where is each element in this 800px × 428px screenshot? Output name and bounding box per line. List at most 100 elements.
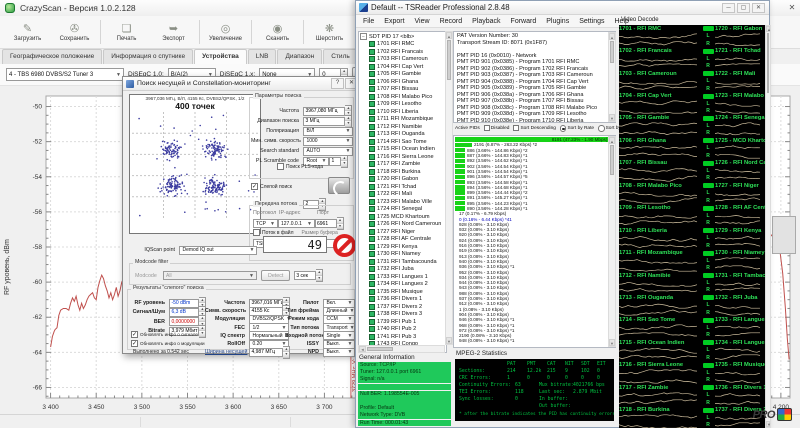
blind-search-checkbox[interactable]: ✓ [251,183,258,190]
toolbar-button-save[interactable]: ✇Сохранить [51,17,98,47]
tree-item[interactable]: 1727 RFI Niger [360,228,445,236]
video-decode-row[interactable]: 1710 - RFI Liberia1729 - RFI KenyaLR [619,227,765,249]
tree-item[interactable]: 1708 RFI Malabo Pico [360,93,445,101]
video-decode-scrollbar[interactable]: ▲▼ [765,25,771,428]
video-decode-row[interactable]: 1711 - RFI Mozambique1730 - RFI NiameyLR [619,249,765,271]
video-decode-row[interactable]: 1718 - RFI Burkina1737 - RFI Divers 2LR [619,406,765,428]
tab-географическое-положение[interactable]: Географическое положение [2,49,102,64]
tree-item[interactable]: 1702 RFI Francais [360,48,445,56]
result-value[interactable]: 4,987 МГц [249,348,283,357]
update-info-checkbox[interactable]: ✓ [131,340,138,347]
tree-item[interactable]: 1735 RFI Musique [360,288,445,296]
sort-by-rate-radio[interactable] [560,125,567,132]
protocol-select[interactable]: TCP▼ [253,219,278,228]
param-value[interactable]: 1 [329,157,341,166]
tab-устройства[interactable]: Устройства [194,49,247,64]
tree-item[interactable]: 1707 RFI Bissau [360,86,445,94]
tree-item[interactable]: 1713 RFI Ouganda [360,131,445,139]
tree-item[interactable]: 1722 RFI Mali [360,191,445,199]
disabled-checkbox[interactable] [484,125,490,131]
result-select[interactable]: Выкл.▼ [323,348,355,357]
tab-информация-о-спутнике[interactable]: Информация о спутнике [103,49,193,64]
video-decode-row[interactable]: 1704 - RFI Cap Vert1723 - RFI Malabo Vil… [619,92,765,114]
pids-scrollbar[interactable]: ▲▼ [608,136,616,347]
tree-item[interactable]: 1701 RFI RMC [360,41,445,49]
stop-button[interactable] [333,234,356,257]
toolbar-button-print[interactable]: ❏Печать [103,17,150,47]
tree-item[interactable]: 1738 RFI Divers 3 [360,311,445,319]
tree-horizontal-scrollbar[interactable]: ◄ [358,345,445,353]
toolbar-button-load[interactable]: ✎Загрузить [4,17,51,47]
spinner-arrows[interactable]: ▲▼ [341,155,348,168]
tree-item[interactable]: 1741 RFI Pub 3 [360,333,445,341]
video-decode-row[interactable]: 1708 - RFI Malabo Pico1727 - RFI NigerLR [619,182,765,204]
tree-item[interactable]: 1730 RFI Niamey [360,251,445,259]
tree-item[interactable]: 1728 RFI AF Centrale [360,236,445,244]
video-decode-row[interactable]: 1702 - RFI Francais1721 - RFI TchadLR [619,47,765,69]
tree-item[interactable]: 1710 RFI Liberia [360,108,445,116]
spinner-arrows[interactable]: ▲▼ [337,217,344,230]
toolbar-button-export[interactable]: ➥Экспорт [150,17,197,47]
toolbar-button-sweep[interactable]: ❋Шерстить [306,17,353,47]
tab-lnb[interactable]: LNB [248,49,277,64]
tree-item[interactable]: 1703 RFI Cameroun [360,56,445,64]
pid-row[interactable]: 948 (0.08% - 3.10 Kbps) *1 [455,338,615,343]
crazyscan-close-button[interactable]: ✕ [786,2,798,14]
tree-item[interactable]: 1740 RFI Pub 2 [360,326,445,334]
update-info-checkbox[interactable]: ✓ [131,331,138,338]
tree-item[interactable]: 1712 RFI Namibie [360,123,445,131]
video-decode-row[interactable]: 1705 - RFI Gambie1724 - RFI SenegalLR [619,115,765,137]
video-decode-row[interactable]: 1715 - RFI Ocean Indien1734 - RFI Langue… [619,339,765,361]
tree-item[interactable]: 1718 RFI Burkina [360,168,445,176]
video-decode-row[interactable]: 1713 - RFI Ouganda1732 - RFI JubaLR [619,294,765,316]
collapse-icon[interactable]: − [360,33,367,40]
video-decode-row[interactable]: 1701 - RFI RMC1720 - RFI GabonLR [619,25,765,47]
stream-to-file-checkbox[interactable] [253,229,260,236]
menu-view[interactable]: View [410,18,435,25]
tree-item[interactable]: 1711 RFI Mozambique [360,116,445,124]
port-value[interactable]: 6961 [315,219,337,228]
video-decode-row[interactable]: 1714 - RFI Sao Tome1733 - RFI Langues 1L… [619,317,765,339]
pls-search-checkbox[interactable] [277,163,284,170]
minimize-button[interactable]: ─ [722,3,735,13]
tree-item[interactable]: 1729 RFI Kenya [360,243,445,251]
tree-item[interactable]: 1716 RFI Sierra Leone [360,153,445,161]
detect-interval[interactable]: 3 сек [294,271,316,280]
menu-plugins[interactable]: Plugins [541,18,574,25]
sort-descending-checkbox[interactable] [513,125,519,131]
toolbar-button-scan[interactable]: ◉Сканить [254,17,301,47]
tree-item[interactable]: 1724 RFI Senegal [360,206,445,214]
tree-item[interactable]: 1721 RFI Tchad [360,183,445,191]
dialog-help-button[interactable]: ? [331,78,344,89]
tree-vertical-scrollbar[interactable]: ▲▼ [445,31,453,345]
tab-диапазон[interactable]: Диапазон [277,49,322,64]
spinner-arrows[interactable]: ▲▼ [316,269,323,282]
tree-item[interactable]: 1715 RFI Ocean Indien [360,146,445,154]
tree-item[interactable]: 1705 RFI Gambie [360,71,445,79]
tree-item[interactable]: 1736 RFI Divers 1 [360,296,445,304]
sort-by-pid-radio[interactable] [598,125,605,132]
tree-item[interactable]: 1720 RFI Gabon [360,176,445,184]
menu-file[interactable]: File [358,18,379,25]
video-decode-row[interactable]: 1717 - RFI Zambie1736 - RFI Divers 1LR [619,384,765,406]
tree-item[interactable]: 1733 RFI Langues 1 [360,273,445,281]
tuner-select[interactable]: 4 - TBS 6980 DVBS/S2 Tuner 3▼ [6,68,124,81]
menu-playback[interactable]: Playback [467,18,505,25]
tree-root[interactable]: −SDT PID 17 <blb> [360,33,445,41]
video-decode-row[interactable]: 1706 - RFI Ghana1725 - MCD KhartoumLR [619,137,765,159]
tree-item[interactable]: 1704 RFI Cap Vert [360,63,445,71]
tree-item[interactable]: 1725 MCD Khartoum [360,213,445,221]
menu-settings[interactable]: Settings [574,18,609,25]
tree-item[interactable]: 1739 RFI Pub 1 [360,318,445,326]
tree-item[interactable]: 1737 RFI Divers 2 [360,303,445,311]
tree-item[interactable]: 1709 RFI Lesotho [360,101,445,109]
video-decode-row[interactable]: 1709 - RFI Lesotho1728 - RFI AF Centrale… [619,205,765,227]
maximize-button[interactable]: ▢ [737,3,750,13]
toolbar-button-zoom[interactable]: ◎Увеличение [202,17,249,47]
tree-item[interactable]: 1723 RFI Malabo Ville [360,198,445,206]
video-decode-row[interactable]: 1707 - RFI Bissau1726 - RFI Nord Camerou… [619,160,765,182]
tree-item[interactable]: 1731 RFI Tambacounda [360,258,445,266]
menu-forward[interactable]: Forward [506,18,542,25]
close-button[interactable]: ✕ [752,3,765,13]
tree-item[interactable]: 1734 RFI Langues 2 [360,281,445,289]
